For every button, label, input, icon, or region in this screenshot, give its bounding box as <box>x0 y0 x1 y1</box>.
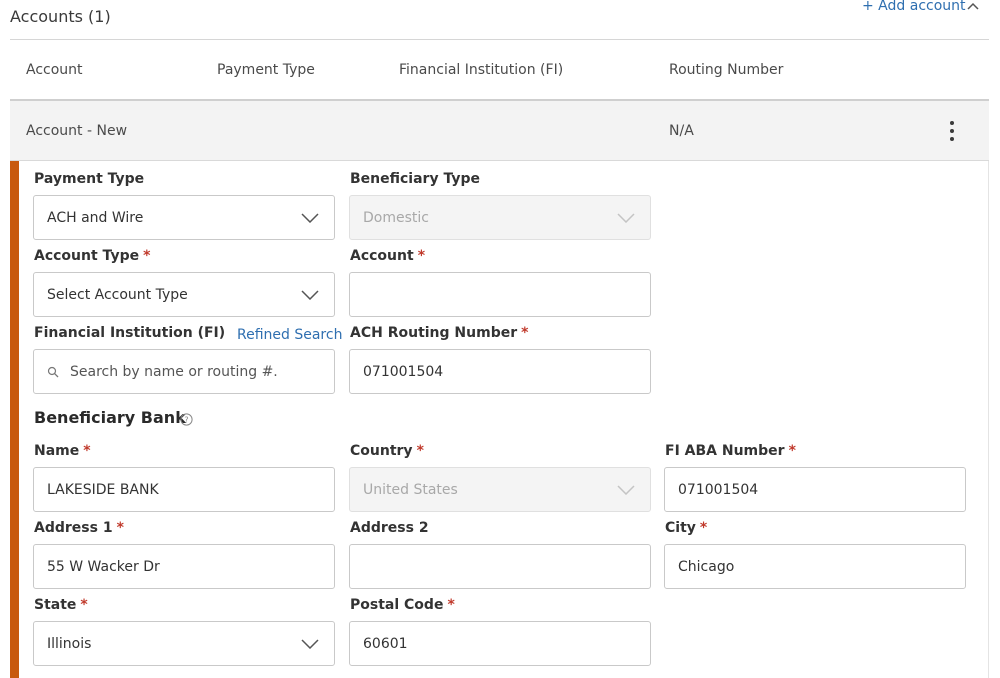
account-name-cell: Account - New <box>26 123 128 139</box>
ach-routing-label: ACH Routing Number * <box>350 325 529 341</box>
beneficiary-type-label: Beneficiary Type <box>350 171 480 187</box>
ach-routing-input[interactable]: 071001504 <box>349 349 651 394</box>
chevron-down-icon <box>301 212 319 223</box>
fi-label: Financial Institution (FI) <box>34 325 226 341</box>
country-select: United States <box>349 467 651 512</box>
payment-type-select[interactable]: ACH and Wire <box>33 195 335 240</box>
svg-text:?: ? <box>184 416 188 425</box>
chevron-up-icon[interactable] <box>965 0 981 15</box>
beneficiary-type-select: Domestic <box>349 195 651 240</box>
state-label: State * <box>34 597 88 613</box>
state-select[interactable]: Illinois <box>33 621 335 666</box>
fi-aba-label: FI ABA Number * <box>665 443 796 459</box>
accounts-title: Accounts (1) <box>10 7 111 26</box>
chevron-down-icon <box>617 212 635 223</box>
account-input[interactable] <box>349 272 651 317</box>
table-row[interactable]: Account - New N/A <box>10 101 989 161</box>
postal-code-label: Postal Code * <box>350 597 455 613</box>
beneficiary-bank-title: Beneficiary Bank <box>34 408 186 427</box>
account-label: Account * <box>350 248 426 264</box>
account-detail-panel: Payment Type ACH and Wire Beneficiary Ty… <box>10 161 989 678</box>
column-header-payment-type: Payment Type <box>217 62 315 78</box>
address1-input[interactable]: 55 W Wacker Dr <box>33 544 335 589</box>
chevron-down-icon <box>617 484 635 495</box>
fi-aba-input[interactable]: 071001504 <box>664 467 966 512</box>
account-type-select[interactable]: Select Account Type <box>33 272 335 317</box>
column-header-routing-number: Routing Number <box>669 62 784 78</box>
add-account-link[interactable]: + Add account <box>862 0 966 14</box>
city-label: City * <box>665 520 708 536</box>
address1-label: Address 1 * <box>34 520 124 536</box>
address2-label: Address 2 <box>350 520 429 536</box>
name-label: Name * <box>34 443 91 459</box>
country-label: Country * <box>350 443 424 459</box>
chevron-down-icon <box>301 289 319 300</box>
chevron-down-icon <box>301 638 319 649</box>
address2-input[interactable] <box>349 544 651 589</box>
header-divider <box>10 39 989 40</box>
kebab-menu-icon[interactable] <box>945 121 959 145</box>
postal-code-input[interactable]: 60601 <box>349 621 651 666</box>
city-input[interactable]: Chicago <box>664 544 966 589</box>
fi-search-input[interactable]: Search by name or routing #. <box>33 349 335 394</box>
search-icon <box>47 366 59 377</box>
refined-search-link[interactable]: Refined Search <box>237 327 342 343</box>
routing-number-cell: N/A <box>669 123 694 139</box>
bank-name-input[interactable]: LAKESIDE BANK <box>33 467 335 512</box>
column-header-account: Account <box>26 62 83 78</box>
account-type-label: Account Type * <box>34 248 151 264</box>
payment-type-label: Payment Type <box>34 171 145 187</box>
column-header-fi: Financial Institution (FI) <box>399 62 564 78</box>
question-circle-icon[interactable]: ? <box>180 413 193 426</box>
